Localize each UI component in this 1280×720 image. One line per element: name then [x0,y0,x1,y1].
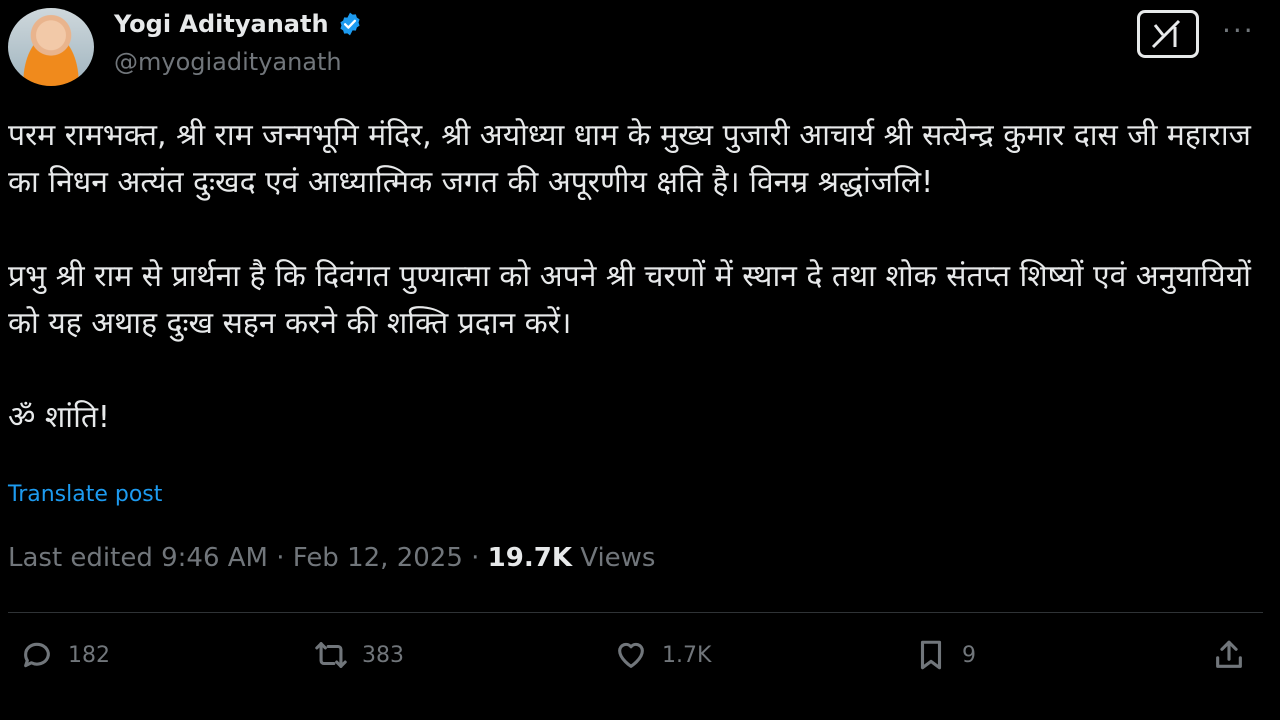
meta-separator: · [267,543,293,573]
meta-separator: · [462,543,488,573]
like-button[interactable]: 1.7K [614,638,711,672]
avatar[interactable] [8,8,94,86]
repost-icon [315,642,347,668]
post-paragraph: ॐ शांति! [8,400,110,435]
bookmark-count: 9 [962,642,976,668]
bookmark-icon [920,640,942,670]
translate-post-link[interactable]: Translate post [8,482,162,507]
views-count: 19.7K [487,543,572,573]
like-count: 1.7K [662,642,712,668]
post-date[interactable]: Feb 12, 2025 [293,543,463,573]
share-icon [1216,640,1242,668]
reply-button[interactable]: 182 [20,638,110,672]
bookmark-button[interactable]: 9 [914,638,976,672]
divider [8,612,1263,613]
views-label: Views [571,543,656,573]
author-name[interactable]: Yogi Adityanath [114,10,329,38]
post-text: परम रामभक्त, श्री राम जन्मभूमि मंदिर, श्… [8,112,1270,441]
author-row: Yogi Adityanath [114,10,363,38]
share-button[interactable] [1212,638,1246,672]
reply-count: 182 [68,642,110,668]
repost-count: 383 [362,642,404,668]
post-paragraph: प्रभु श्री राम से प्रार्थना है कि दिवंगत… [8,259,1251,341]
verified-badge-icon [340,12,360,36]
author-handle[interactable]: @myogiadityanath [114,48,342,76]
edited-timestamp[interactable]: Last edited 9:46 AM [8,543,268,573]
heart-icon [618,642,644,668]
reply-icon [24,642,50,668]
post-meta: Last edited 9:46 AM · Feb 12, 2025 · 19.… [8,543,655,573]
repost-button[interactable]: 383 [314,638,404,672]
grok-button[interactable] [1137,10,1199,58]
more-options-icon[interactable]: ··· [1222,14,1255,47]
grok-icon [1151,19,1181,49]
post-paragraph: परम रामभक्त, श्री राम जन्मभूमि मंदिर, श्… [8,118,1251,200]
